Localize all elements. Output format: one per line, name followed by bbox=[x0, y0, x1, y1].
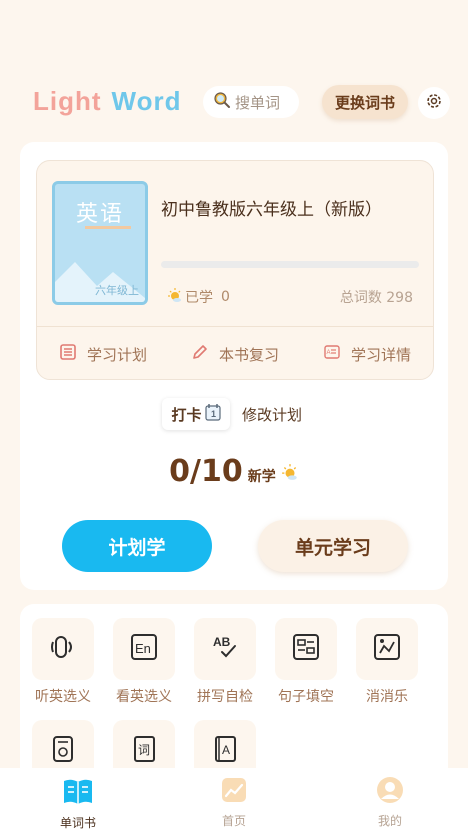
letter-a-book-icon: A bbox=[210, 734, 240, 768]
spelling-check-icon: AB bbox=[210, 632, 240, 666]
search-placeholder: 搜单词 bbox=[235, 93, 281, 112]
cover-title: 英语 bbox=[75, 202, 124, 227]
cover-underline bbox=[85, 226, 131, 229]
chart-icon bbox=[220, 776, 248, 808]
progress-bar bbox=[161, 261, 419, 268]
tool-spelling-check[interactable]: AB 拼写自检 bbox=[190, 618, 260, 706]
nav-word-book[interactable]: 单词书 bbox=[0, 768, 156, 832]
book-cover: 英语 六年级上 bbox=[52, 181, 148, 305]
punch-row: 打卡 1 修改计划 bbox=[162, 398, 302, 430]
check-in-label: 打卡 bbox=[171, 405, 202, 424]
nav-label: 我的 bbox=[377, 814, 402, 828]
change-book-button[interactable]: 更换词书 bbox=[322, 85, 408, 119]
svg-text:A: A bbox=[222, 743, 230, 757]
tool-icon-box: En bbox=[113, 618, 175, 680]
search-bar[interactable]: 搜单词 bbox=[203, 86, 299, 118]
tool-label: 看英选义 bbox=[116, 689, 172, 705]
learned-value: 0 bbox=[221, 289, 230, 305]
speaker-icon bbox=[48, 632, 78, 666]
daily-goal: 0/10 新学 bbox=[20, 454, 448, 489]
book-review-button[interactable]: 本书复习 bbox=[169, 327, 301, 381]
tool-match-game[interactable]: 消消乐 bbox=[352, 618, 422, 706]
settings-button[interactable] bbox=[418, 87, 450, 119]
vocabulary-book-icon: 词 bbox=[129, 734, 159, 768]
nav-label: 单词书 bbox=[59, 816, 96, 830]
en-card-icon: En bbox=[129, 632, 159, 666]
current-book-card[interactable]: 英语 六年级上 初中鲁教版六年级上（新版） 已学 0 总词数 298 学习计划 … bbox=[36, 160, 434, 380]
goal-label: 新学 bbox=[247, 469, 276, 485]
study-card: 英语 六年级上 初中鲁教版六年级上（新版） 已学 0 总词数 298 学习计划 … bbox=[20, 142, 448, 590]
sentence-fill-icon bbox=[291, 632, 321, 666]
tool-see-choose[interactable]: En 看英选义 bbox=[109, 618, 179, 706]
svg-text:词: 词 bbox=[138, 743, 150, 757]
nav-label: 首页 bbox=[221, 814, 246, 828]
nav-profile[interactable]: 我的 bbox=[312, 768, 468, 832]
list-icon bbox=[59, 343, 77, 365]
plan-study-button[interactable]: 计划学 bbox=[62, 520, 212, 572]
total-words: 总词数 298 bbox=[339, 290, 413, 306]
tool-listen-choose[interactable]: 听英选义 bbox=[28, 618, 98, 706]
learned-label: 已学 bbox=[185, 290, 213, 306]
study-plan-label: 学习计划 bbox=[86, 345, 147, 364]
tool-icon-box bbox=[356, 618, 418, 680]
nav-home[interactable]: 首页 bbox=[156, 768, 312, 832]
header: Light Word 搜单词 更换词书 bbox=[0, 82, 468, 124]
profile-icon bbox=[376, 776, 404, 808]
tool-label: 消消乐 bbox=[366, 689, 408, 705]
svg-text:1: 1 bbox=[211, 409, 216, 419]
book-icon bbox=[61, 776, 95, 810]
svg-text:A: A bbox=[326, 350, 330, 356]
logo-word: Word bbox=[111, 86, 182, 116]
bottom-navigation: 单词书 首页 我的 bbox=[0, 768, 468, 832]
svg-text:AB: AB bbox=[213, 635, 231, 649]
practice-tools: 听英选义 En 看英选义 AB 拼写自检 句子填空 消消乐 词 A bbox=[20, 604, 448, 784]
book-name: 初中鲁教版六年级上（新版） bbox=[161, 200, 382, 220]
tool-icon-box: AB bbox=[194, 618, 256, 680]
study-details-label: 学习详情 bbox=[350, 345, 411, 364]
book-review-label: 本书复习 bbox=[218, 345, 279, 364]
learned-count: 已学 0 bbox=[167, 287, 230, 307]
check-in-button[interactable]: 打卡 1 bbox=[162, 398, 230, 430]
svg-text:En: En bbox=[135, 641, 151, 656]
tool-label: 句子填空 bbox=[278, 689, 334, 705]
logo-light: Light bbox=[33, 86, 102, 116]
tool-icon-box bbox=[275, 618, 337, 680]
calendar-icon: 1 bbox=[204, 403, 221, 425]
study-plan-button[interactable]: 学习计划 bbox=[37, 327, 169, 381]
book-actions: 学习计划 本书复习 A 学习详情 bbox=[37, 327, 433, 381]
modify-plan-link[interactable]: 修改计划 bbox=[242, 404, 302, 425]
search-icon bbox=[213, 91, 231, 113]
sun-icon bbox=[167, 287, 183, 307]
study-details-button[interactable]: A 学习详情 bbox=[301, 327, 433, 381]
cover-grade: 六年级上 bbox=[95, 284, 139, 297]
pencil-icon bbox=[191, 343, 209, 365]
unit-study-button[interactable]: 单元学习 bbox=[258, 520, 408, 572]
app-logo: Light Word bbox=[33, 86, 181, 117]
goal-count: 0/10 bbox=[169, 454, 243, 489]
tool-icon-box bbox=[32, 618, 94, 680]
puzzle-icon bbox=[372, 632, 402, 666]
tool-label: 拼写自检 bbox=[197, 689, 253, 705]
tool-label: 听英选义 bbox=[35, 689, 91, 705]
detail-card-icon: A bbox=[323, 343, 341, 365]
gear-icon bbox=[425, 92, 443, 114]
sun-icon bbox=[281, 464, 299, 485]
audio-player-icon bbox=[48, 734, 78, 768]
tool-sentence-fill[interactable]: 句子填空 bbox=[271, 618, 341, 706]
